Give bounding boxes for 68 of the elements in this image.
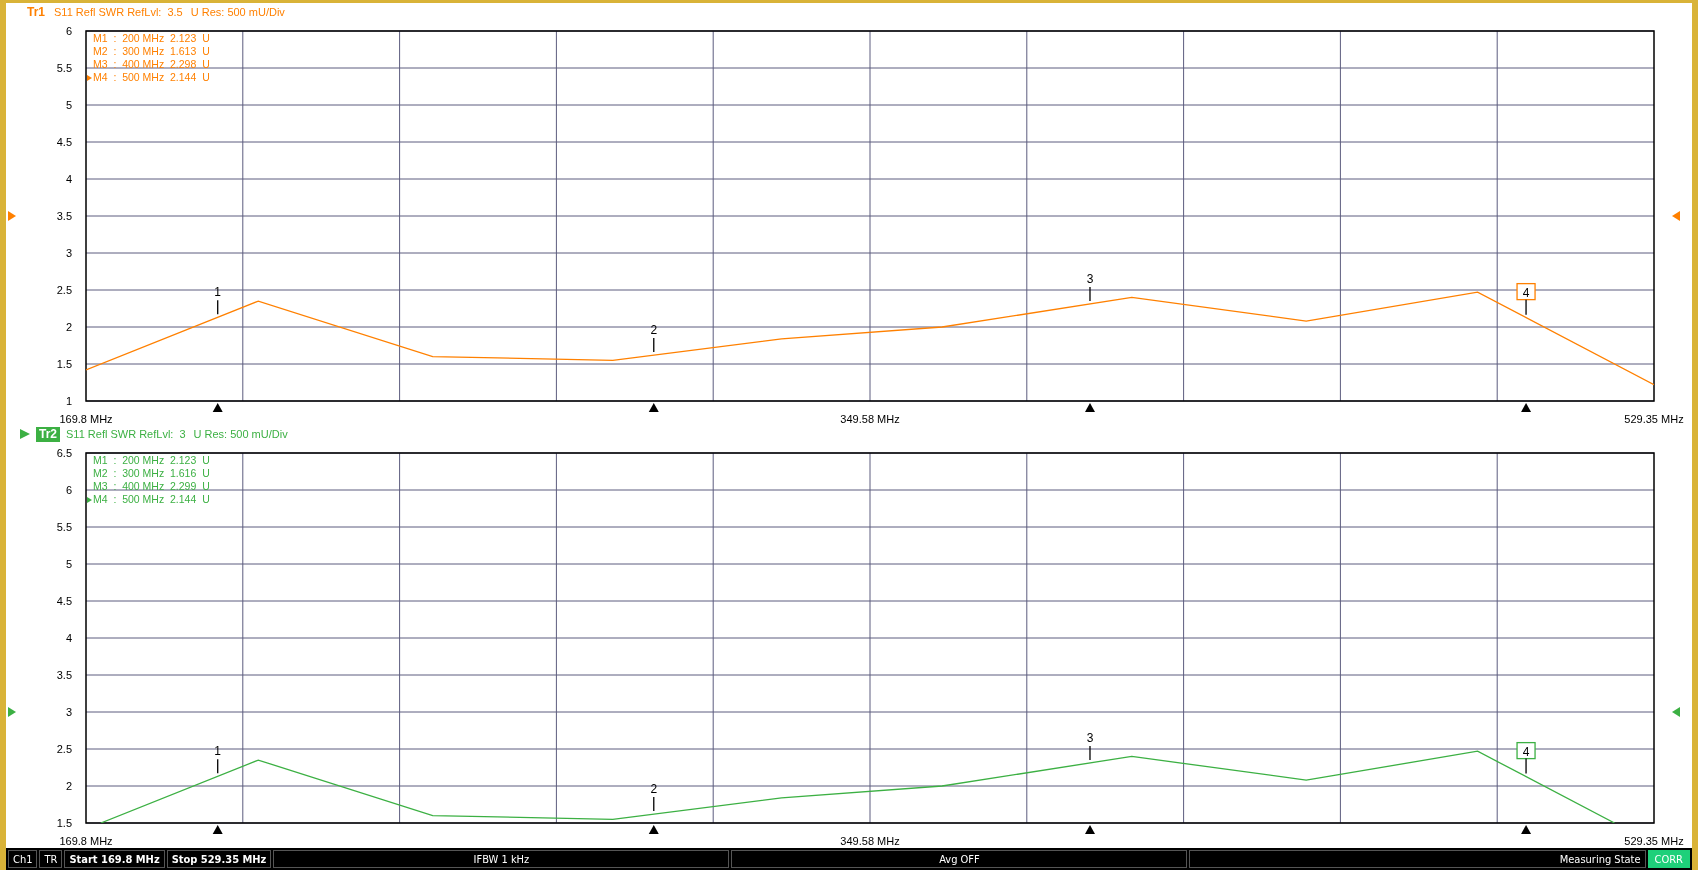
marker-label[interactable]: 3 [1086,730,1094,761]
x-tick-label: 169.8 MHz [59,413,113,425]
y-tick-label: 1.5 [56,358,72,370]
marker-readout: M1 : 200 MHz 2.123 U [93,32,210,45]
y-tick-label: 6.5 [56,447,72,459]
y-tick-label: 2 [65,321,72,333]
resolution-text: U Res: 500 mU/Div [193,428,288,440]
status-field[interactable]: IFBW 1 kHz [273,850,730,868]
y-tick-label: 4 [65,173,72,185]
y-tick-label: 2 [65,780,72,792]
marker-readout: M2 : 300 MHz 1.616 U [93,467,210,480]
status-field[interactable]: Stop 529.35 MHz [166,850,272,868]
x-tick-label: 349.58 MHz [840,835,900,847]
y-tick-label: 3 [65,706,72,718]
reference-level-arrow-icon [8,707,16,717]
marker-triangle-icon [1521,825,1532,834]
y-tick-label: 2.5 [56,284,72,296]
status-field[interactable]: Avg OFF [731,850,1188,868]
marker-readout: M1 : 200 MHz 2.123 U [93,454,210,467]
x-tick-label: 169.8 MHz [59,835,113,847]
y-tick-label: 3.5 [56,210,72,222]
marker-triangle-icon [1521,403,1532,412]
x-tick-label: 529.35 MHz [1624,835,1684,847]
status-field[interactable]: Start 169.8 MHz [64,850,165,868]
reference-level-arrow-icon [1672,707,1680,717]
y-tick-label: 4.5 [56,136,72,148]
reference-level-value: 3.5 [167,6,183,18]
measurement-text: S11 Refl SWR RefLvl: [66,428,174,440]
marker-triangle-icon [1085,403,1095,412]
marker-triangle-icon [648,825,659,834]
x-tick-label: 529.35 MHz [1624,413,1684,425]
y-tick-label: 4.5 [56,595,72,607]
y-tick-label: 3.5 [56,669,72,681]
marker-label[interactable]: 1 [214,285,222,315]
marker-triangle-icon [212,825,223,834]
marker-triangle-icon [1085,825,1095,834]
resolution-text: U Res: 500 mU/Div [190,6,285,18]
x-tick-label: 349.58 MHz [840,413,900,425]
status-field[interactable]: TR [39,850,63,868]
measurement-text: S11 Refl SWR RefLvl: [54,6,162,18]
y-tick-label: 2.5 [56,743,72,755]
y-tick-label: 5 [65,558,72,570]
y-tick-label: 3 [65,247,72,259]
status-field[interactable]: Ch1 [8,850,38,868]
y-tick-label: 1 [65,395,72,407]
y-tick-label: 4 [65,632,72,644]
marker-readout: M2 : 300 MHz 1.613 U [93,45,210,58]
reference-level-value: 3 [179,428,186,440]
marker-readout: M4 : 500 MHz 2.144 U [93,71,210,84]
marker-triangle-icon [648,403,659,412]
marker-label[interactable]: 1 [214,744,222,774]
reference-level-arrow-icon [8,211,16,221]
y-tick-label: 6 [65,484,72,496]
marker-readout: M3 : 400 MHz 2.298 U [93,58,210,71]
status-field: CORR [1647,850,1690,868]
y-tick-label: 5 [65,99,72,111]
reference-level-arrow-icon [1672,211,1680,221]
status-field[interactable]: Measuring State [1189,850,1646,868]
marker-readout: M4 : 500 MHz 2.144 U [93,493,210,506]
y-tick-label: 6 [65,25,72,37]
y-tick-label: 5.5 [56,521,72,533]
marker-readout: M3 : 400 MHz 2.299 U [93,480,210,493]
y-tick-label: 1.5 [56,817,72,829]
marker-triangle-icon [212,403,223,412]
marker-label[interactable]: 2 [650,323,658,353]
y-tick-label: 5.5 [56,62,72,74]
marker-label[interactable]: 3 [1086,271,1094,302]
marker-label[interactable]: 2 [650,782,658,812]
